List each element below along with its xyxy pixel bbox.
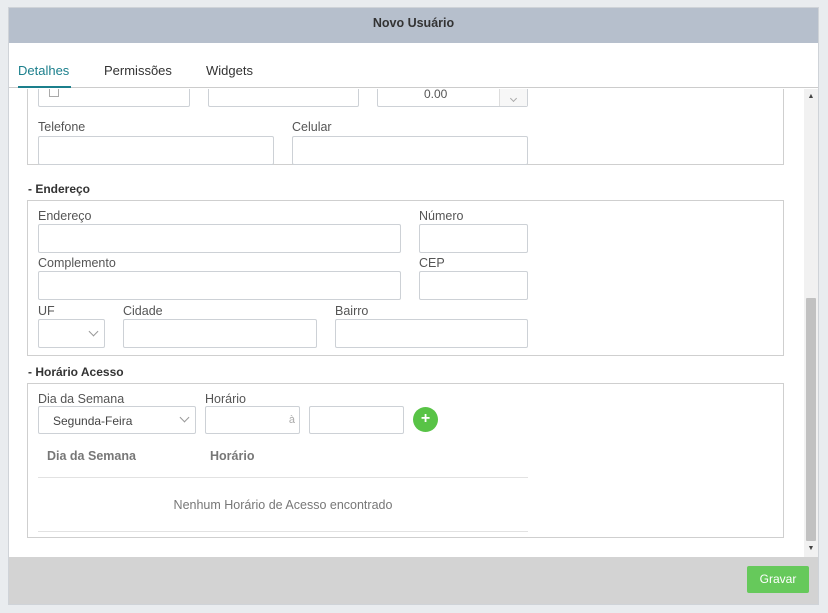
number-stepper[interactable] [499,89,527,106]
empty-table-message: Nenhum Horário de Acesso encontrado [173,498,393,512]
salary-value: 0.00 [424,89,448,101]
plus-icon: + [420,410,431,427]
zip-field[interactable] [419,271,528,300]
scroll-down-icon[interactable]: ▼ [804,543,818,555]
mobile-label: Celular [292,120,332,134]
modal-title: Novo Usuário [9,8,818,43]
add-hour-button[interactable]: + [413,407,438,432]
modal-footer: Gravar [9,557,818,604]
street-field[interactable] [38,224,401,253]
address-box: Endereço Número Complemento CEP UF Cidad… [27,200,784,356]
table-header-weekday: Dia da Semana [47,449,136,463]
number-field[interactable] [419,224,528,253]
active-tab-indicator [18,86,71,88]
tab-bar: Detalhes Permissões Widgets [9,43,818,88]
weekday-value: Segunda-Feira [53,414,133,428]
weekday-select[interactable]: Segunda-Feira [38,406,196,434]
table-header-time: Horário [210,449,255,463]
table-divider [38,531,528,532]
tab-widgets[interactable]: Widgets [206,63,253,78]
user-modal: Novo Usuário Detalhes Permissões Widgets… [8,7,819,605]
complement-field[interactable] [38,271,401,300]
district-field[interactable] [335,319,528,348]
complement-label: Complemento [38,256,116,270]
tab-detalhes[interactable]: Detalhes [18,63,69,78]
document-field[interactable] [208,89,359,107]
state-label: UF [38,304,55,318]
city-label: Cidade [123,304,163,318]
scrollbar-thumb[interactable] [806,298,816,541]
district-label: Bairro [335,304,369,318]
scroll-up-icon[interactable]: ▲ [804,91,818,103]
phone-field[interactable] [38,136,274,165]
personal-data-box: 0.00 Telefone Celular [27,89,784,165]
access-section-title: - Horário Acesso [28,365,124,379]
range-separator: à [288,414,295,426]
time-start-field[interactable]: à [205,406,300,434]
vertical-scrollbar[interactable]: ▲ ▼ [804,89,818,557]
number-label: Número [419,209,464,223]
table-divider [38,477,528,478]
chevron-down-icon[interactable] [509,94,518,103]
chevron-down-icon [88,326,99,337]
street-label: Endereço [38,209,92,223]
save-button[interactable]: Gravar [747,566,809,593]
city-field[interactable] [123,319,317,348]
salary-field[interactable]: 0.00 [377,89,528,107]
mobile-field[interactable] [292,136,528,165]
time-end-field[interactable] [309,406,404,434]
address-section-title: - Endereço [28,182,91,196]
state-select[interactable] [38,319,105,348]
phone-label: Telefone [38,120,86,134]
time-label: Horário [205,392,246,406]
access-box: Dia da Semana Segunda-Feira Horário à + … [27,383,784,538]
weekday-label: Dia da Semana [38,392,125,406]
form-scroll-area[interactable]: 0.00 Telefone Celular - Endereço Endereç… [9,89,818,557]
zip-label: CEP [419,256,445,270]
calendar-icon [49,89,59,97]
tab-permissoes[interactable]: Permissões [104,63,172,78]
chevron-down-icon [179,412,190,423]
birth-date-field[interactable] [38,89,190,107]
